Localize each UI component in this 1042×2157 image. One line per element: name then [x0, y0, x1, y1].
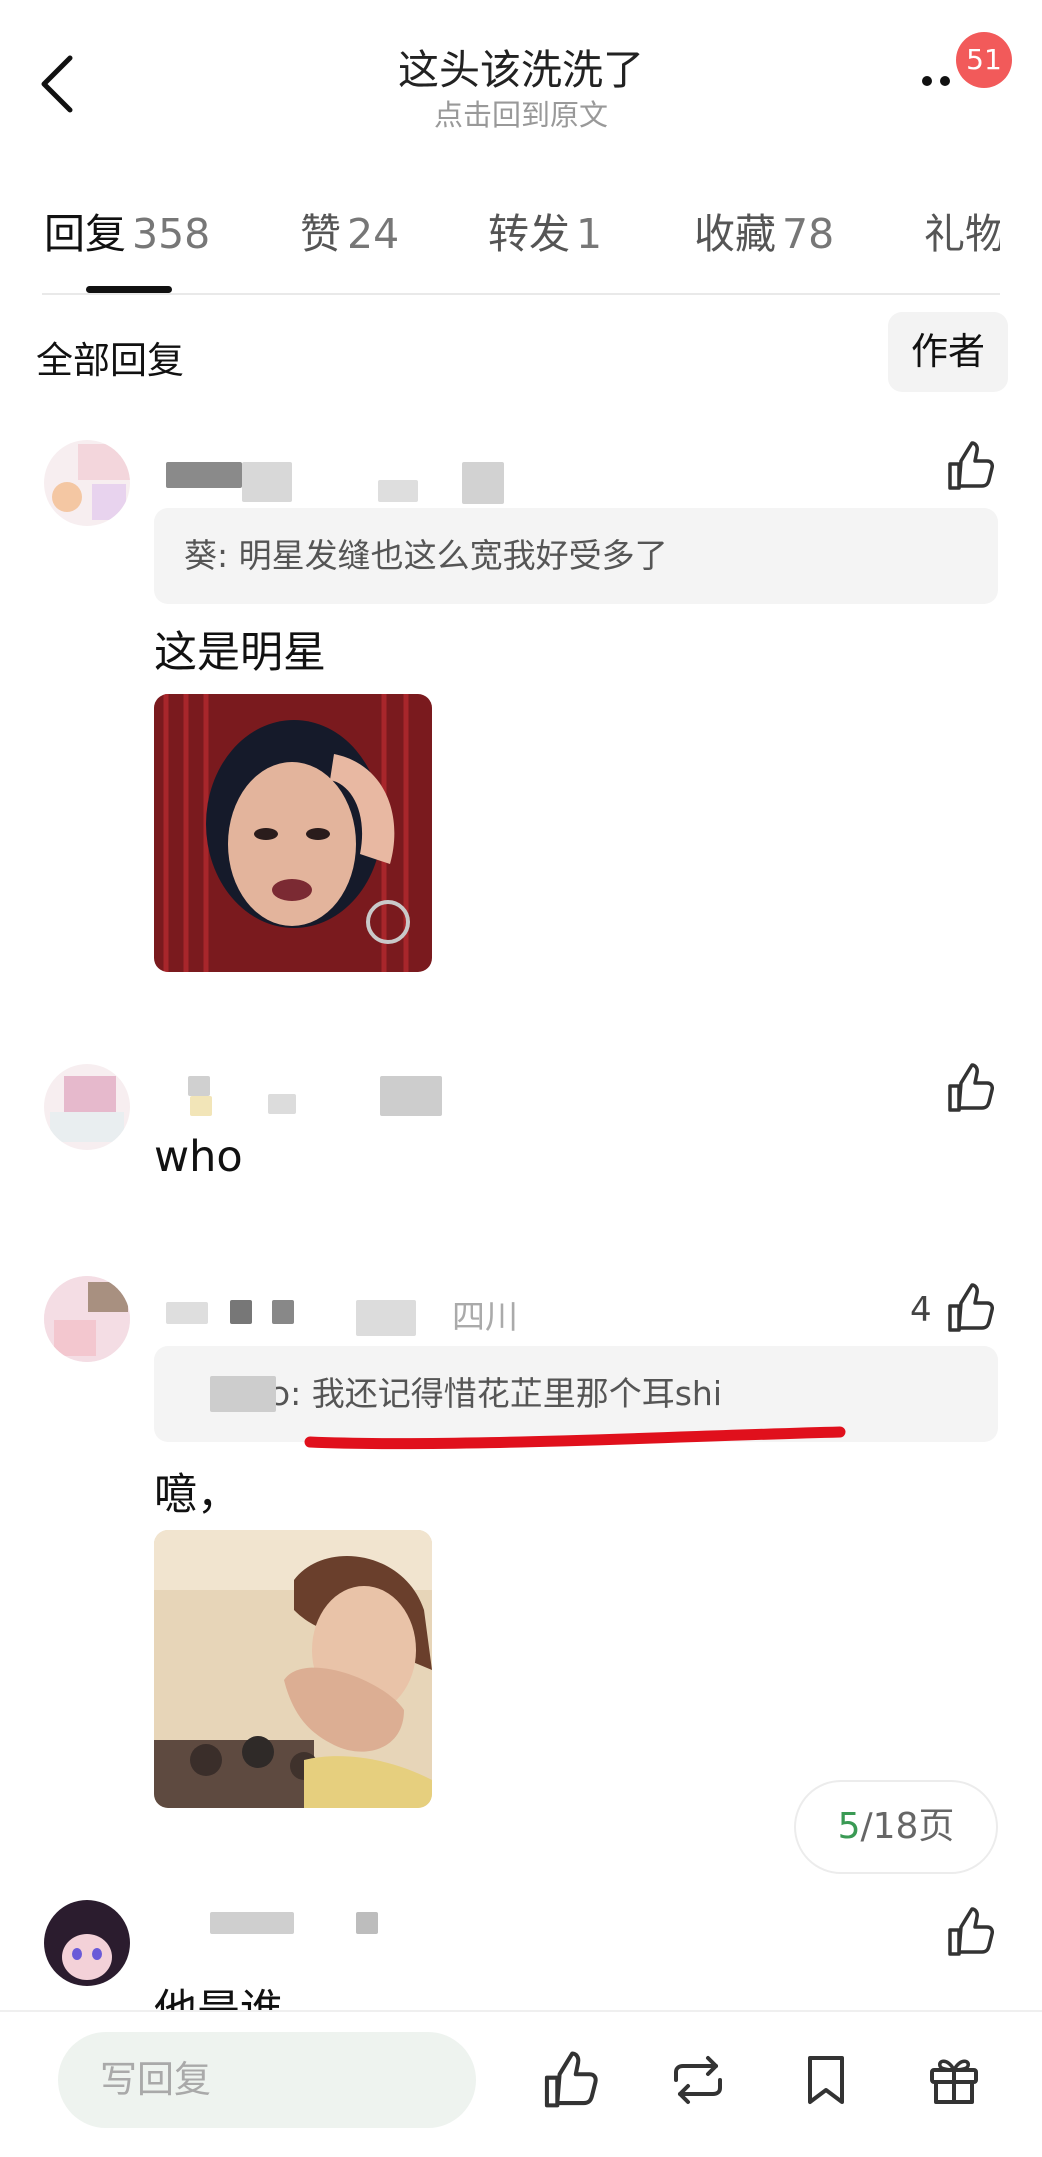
page-title[interactable]: 这头该洗洗了: [0, 36, 1042, 96]
quoted-reply[interactable]: 葵: 明星发缝也这么宽我好受多了: [154, 508, 998, 604]
avatar[interactable]: [44, 1900, 130, 1986]
more-dot-icon: [922, 76, 932, 86]
tab-count: 24: [347, 210, 400, 258]
author-only-button[interactable]: 作者: [888, 312, 1008, 392]
tab-reposts[interactable]: 转发 1: [488, 200, 602, 260]
back-to-original-link[interactable]: 点击回到原文: [0, 92, 1042, 134]
avatar[interactable]: [44, 440, 130, 526]
username-redacted: [188, 1076, 210, 1096]
bookmark-icon: [808, 2056, 844, 2104]
avatar-eye: [72, 1948, 82, 1960]
username-redacted: [380, 1076, 442, 1116]
username-redacted: [210, 1912, 294, 1934]
like-button[interactable]: [946, 1906, 994, 1958]
reply-input[interactable]: 写回复: [58, 2032, 476, 2128]
thumbs-up-icon: [948, 1063, 994, 1112]
like-button[interactable]: [946, 440, 994, 492]
username-redacted: [462, 462, 504, 504]
more-dot-icon: [940, 76, 950, 86]
like-button[interactable]: [946, 1282, 994, 1334]
username-redacted: [268, 1094, 296, 1114]
username-redacted: [230, 1300, 252, 1324]
avatar-blur: [88, 1282, 128, 1312]
quoted-reply-text: ɔ: 我还记得惜花芷里那个耳shi: [272, 1374, 723, 1413]
avatar-blur: [54, 1320, 96, 1356]
like-icon: [544, 2051, 598, 2108]
username-redacted: [356, 1300, 416, 1336]
avatar-blur: [50, 1112, 124, 1142]
avatar-blur: [52, 482, 82, 512]
avatar-eye: [92, 1948, 102, 1960]
tab-count: 78: [782, 210, 835, 258]
meme-photo-woman-icon: [154, 694, 432, 972]
repost-button[interactable]: [668, 2050, 728, 2110]
comment-text: 噫，: [154, 1470, 240, 1520]
tab-label: 礼物: [924, 210, 1006, 258]
avatar[interactable]: [44, 1276, 130, 1362]
tab-count: 1: [576, 210, 603, 258]
tab-label: 赞: [300, 210, 341, 258]
current-page: 5: [837, 1806, 861, 1847]
comment-text: 这是明星: [154, 628, 326, 678]
avatar-blur: [64, 1076, 116, 1112]
username-redacted: [190, 1096, 212, 1116]
page-indicator[interactable]: 5/18页: [794, 1780, 998, 1874]
tabs-overflow-fade: [1000, 180, 1042, 290]
thumbs-up-icon: [948, 441, 994, 490]
gift-button[interactable]: [924, 2050, 984, 2110]
avatar-face: [62, 1934, 112, 1980]
tab-label: 回复: [44, 210, 126, 258]
like-button[interactable]: [946, 1062, 994, 1114]
username-redacted: [272, 1300, 294, 1324]
tab-replies[interactable]: 回复 358: [44, 200, 210, 260]
notification-badge: 51: [956, 32, 1012, 88]
total-pages: /18页: [860, 1806, 955, 1847]
bookmark-button[interactable]: [796, 2050, 856, 2110]
username-redacted: [356, 1912, 378, 1934]
username-redacted: [166, 1302, 208, 1324]
comment-text: who: [154, 1132, 243, 1182]
username-redacted: [210, 1376, 276, 1412]
thumbs-up-icon: [948, 1907, 994, 1956]
avatar-blur: [92, 484, 126, 520]
avatar[interactable]: [44, 1064, 130, 1150]
tabs-divider: [42, 293, 1000, 295]
comment-image[interactable]: [154, 694, 432, 972]
underline-annotation: [304, 1426, 846, 1450]
tab-label: 收藏: [694, 210, 776, 258]
location-tag: 四川: [452, 1297, 518, 1336]
tab-likes[interactable]: 赞 24: [300, 200, 399, 260]
gift-icon: [930, 2059, 978, 2104]
like-count: 4: [910, 1290, 932, 1330]
avatar-blur: [78, 444, 130, 480]
tab-count: 358: [132, 210, 211, 258]
active-tab-indicator: [86, 286, 172, 293]
username-redacted: [242, 462, 292, 502]
thumbs-up-icon: [948, 1283, 994, 1332]
all-replies-label: 全部回复: [36, 339, 184, 382]
tab-favorites[interactable]: 收藏 78: [694, 200, 834, 260]
meme-photo-woman-covering-mouth-icon: [154, 1530, 432, 1808]
like-post-button[interactable]: [540, 2050, 600, 2110]
username-redacted: [378, 480, 418, 502]
tab-gifts[interactable]: 礼物: [924, 200, 1006, 260]
tab-label: 转发: [488, 210, 570, 258]
comment-image[interactable]: [154, 1530, 432, 1808]
username-redacted: [166, 462, 242, 488]
repost-icon: [674, 2056, 722, 2104]
